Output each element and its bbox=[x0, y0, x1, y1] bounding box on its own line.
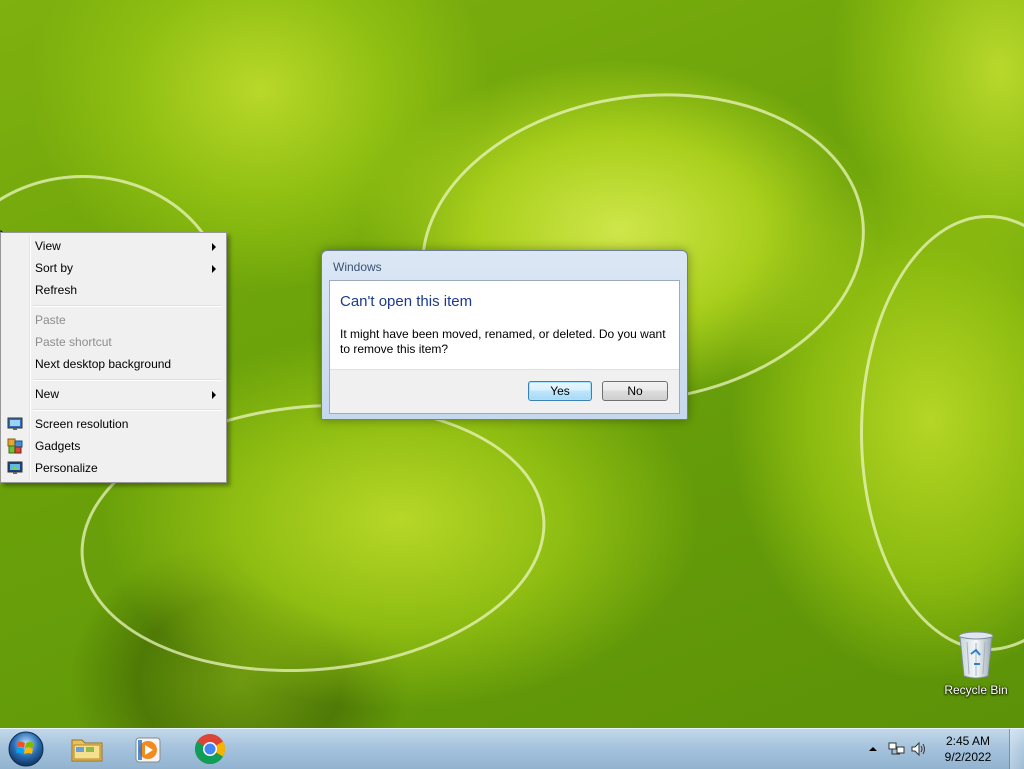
start-orb-icon[interactable] bbox=[6, 730, 46, 768]
wallpaper-leaf bbox=[860, 215, 1024, 651]
menu-item-sort-by[interactable]: Sort by bbox=[3, 257, 224, 279]
menu-separator bbox=[33, 409, 222, 411]
personalize-icon bbox=[7, 461, 23, 474]
menu-item-label: New bbox=[35, 387, 60, 401]
yes-button[interactable]: Yes bbox=[528, 381, 592, 401]
clock[interactable]: 2:45 AM 9/2/2022 bbox=[938, 733, 998, 765]
gadgets-icon bbox=[7, 438, 23, 454]
windows-explorer-icon[interactable] bbox=[60, 731, 114, 767]
chrome-icon[interactable] bbox=[183, 731, 237, 767]
menu-item-paste[interactable]: Paste bbox=[3, 309, 224, 331]
desktop-context-menu: View Sort by Refresh Paste Paste shortcu… bbox=[0, 232, 227, 483]
menu-item-personalize[interactable]: Personalize bbox=[3, 457, 224, 479]
show-hidden-icons-icon[interactable] bbox=[868, 744, 878, 754]
menu-item-label: Paste bbox=[35, 313, 66, 327]
menu-separator bbox=[33, 305, 222, 307]
menu-item-new[interactable]: New bbox=[3, 383, 224, 405]
menu-item-gadgets[interactable]: Gadgets bbox=[3, 435, 224, 457]
menu-item-screen-resolution[interactable]: Screen resolution bbox=[3, 413, 224, 435]
network-icon[interactable] bbox=[888, 741, 906, 757]
menu-item-label: Paste shortcut bbox=[35, 335, 112, 349]
no-button[interactable]: No bbox=[602, 381, 668, 401]
menu-item-label: Screen resolution bbox=[35, 417, 129, 431]
taskbar: 2:45 AM 9/2/2022 bbox=[0, 728, 1024, 769]
menu-item-next-desktop-background[interactable]: Next desktop background bbox=[3, 353, 224, 375]
recycle-bin-label: Recycle Bin bbox=[944, 683, 1008, 697]
dialog-heading: Can't open this item bbox=[340, 293, 473, 310]
media-player-icon[interactable] bbox=[121, 731, 175, 767]
dialog-button-bar: Yes No bbox=[330, 369, 679, 413]
menu-item-paste-shortcut[interactable]: Paste shortcut bbox=[3, 331, 224, 353]
menu-item-view[interactable]: View bbox=[3, 235, 224, 257]
menu-separator bbox=[33, 379, 222, 381]
submenu-arrow-icon bbox=[212, 265, 216, 273]
error-dialog: Windows Can't open this item It might ha… bbox=[321, 250, 688, 420]
screen-resolution-icon bbox=[7, 417, 23, 430]
dialog-content: Can't open this item It might have been … bbox=[329, 280, 680, 414]
system-tray: 2:45 AM 9/2/2022 bbox=[854, 729, 1024, 769]
menu-item-label: Refresh bbox=[35, 283, 78, 297]
submenu-arrow-icon bbox=[212, 391, 216, 399]
dialog-message: It might have been moved, renamed, or de… bbox=[340, 327, 666, 356]
menu-item-label: Sort by bbox=[35, 261, 74, 275]
clock-date: 9/2/2022 bbox=[944, 750, 992, 764]
menu-item-label: Gadgets bbox=[35, 439, 81, 453]
show-desktop-button[interactable] bbox=[1009, 729, 1024, 769]
menu-item-label: Personalize bbox=[35, 461, 98, 475]
menu-item-label: Next desktop background bbox=[35, 357, 172, 371]
volume-icon[interactable] bbox=[910, 741, 928, 757]
clock-time: 2:45 AM bbox=[945, 734, 991, 748]
dialog-window-title[interactable]: Windows bbox=[333, 260, 382, 274]
recycle-bin[interactable]: Recycle Bin bbox=[938, 628, 1014, 708]
submenu-arrow-icon bbox=[212, 243, 216, 251]
menu-item-refresh[interactable]: Refresh bbox=[3, 279, 224, 301]
recycle-bin-icon bbox=[958, 631, 994, 679]
menu-item-label: View bbox=[35, 239, 61, 253]
